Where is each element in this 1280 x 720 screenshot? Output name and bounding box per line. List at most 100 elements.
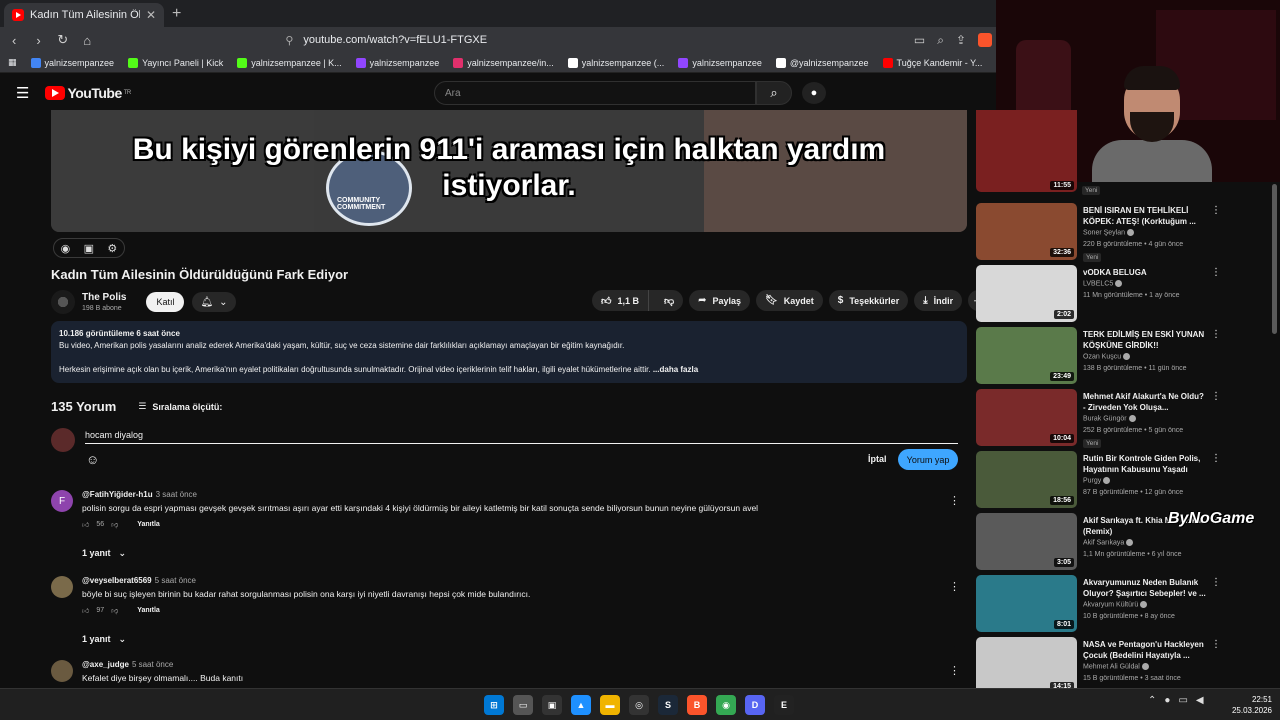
recommended-video[interactable]: 8:01 Akvaryumunuz Neden Bulanık Oluyor? Ş… [976,575,1266,633]
comment-input[interactable]: hocam diyalog [85,430,958,444]
screenshot-icon[interactable]: ▣ [84,242,94,255]
show-replies-button[interactable]: 1 yanıt ⌄ [82,548,126,559]
commenter-avatar[interactable] [51,660,73,682]
forward-icon[interactable]: › [32,33,44,48]
recommended-title[interactable]: TERK EDİLMİŞ EN ESKİ YUNAN KÖŞKÜNE GİRDİ… [1083,329,1208,351]
comment-like-icon[interactable]: 👍︎ [82,606,89,615]
bookmark-item[interactable]: Yayıncı Paneli | Kick [128,57,223,68]
close-tab-icon[interactable]: ✕ [146,8,156,22]
recommendation-menu-icon[interactable]: ⋮ [1211,577,1221,588]
recommended-channel[interactable]: Soner Şeylan [1083,229,1125,236]
comment-menu-icon[interactable]: ⋮ [949,580,960,593]
photos-icon[interactable]: ▲ [571,695,591,715]
video-thumbnail[interactable]: 2:02 [976,265,1077,322]
join-button[interactable]: Katıl [146,292,185,312]
new-tab-icon[interactable]: + [172,5,181,23]
notification-button[interactable]: 🔔︎ ⌄ [192,292,236,312]
browser-tab[interactable]: Kadın Tüm Ailesinin Öldürüldüğü ✕ [4,3,164,27]
recommended-title[interactable]: Mehmet Akif Alakurt'a Ne Oldu? - Zirvede… [1083,391,1208,413]
site-info-icon[interactable]: ⚲ [285,34,293,47]
epic-games-icon[interactable]: E [774,695,794,715]
comment-author[interactable]: @veyselberat6569 [82,576,152,585]
task-view-icon[interactable]: ▭ [513,695,533,715]
comment-author[interactable]: @FatihYiğider-h1u [82,490,153,499]
comment-dislike-icon[interactable]: 👎︎ [111,520,118,529]
bookmark-item[interactable]: yalnizsempanzee | K... [237,57,342,68]
cancel-comment-button[interactable]: İptal [868,454,887,464]
bookmark-item[interactable]: yalnizsempanzee [355,57,439,68]
recommended-channel[interactable]: Ozan Kuşcu [1083,353,1121,360]
address-bar[interactable]: ⚲ youtube.com/watch?v=fELU1-FTGXE [285,30,902,50]
mic-tray-icon[interactable]: ● [1164,695,1170,706]
show-more-link[interactable]: ...daha fazla [653,365,698,374]
clock[interactable]: 22:51 25.03.2026 [1228,694,1272,716]
recommendation-menu-icon[interactable]: ⋮ [1211,329,1221,340]
menu-icon[interactable]: ☰ [16,84,29,102]
recommended-title[interactable]: Akvaryumunuz Neden Bulanık Oluyor? Şaşır… [1083,577,1208,599]
bookmark-item[interactable]: yalnizsempanzee [678,57,762,68]
top-recommendation-thumbnail[interactable]: 11:55 [976,110,1077,192]
discord-icon[interactable]: D [745,695,765,715]
dislike-button[interactable]: 👎︎ [655,295,683,307]
sort-button[interactable]: ☰ Sıralama ölçütü: [138,401,222,412]
video-thumbnail[interactable]: 3:05 [976,513,1077,570]
recommended-channel[interactable]: Akvaryum Kültürü [1083,601,1138,608]
recommendation-menu-icon[interactable]: ⋮ [1211,205,1221,216]
volume-icon[interactable]: ◀ [1196,695,1204,706]
page-scrollbar[interactable] [1272,184,1277,334]
save-button[interactable]: 🔖︎ Kaydet [756,290,823,311]
comment-like-icon[interactable]: 👍︎ [82,520,89,529]
video-thumbnail[interactable]: 23:49 [976,327,1077,384]
search-button[interactable]: ⌕ [756,81,792,105]
recommendation-menu-icon[interactable]: ⋮ [1211,453,1221,464]
recommended-title[interactable]: Rutin Bir Kontrole Giden Polis, Hayatını… [1083,453,1208,475]
comment-dislike-icon[interactable]: 👎︎ [111,606,118,615]
recommended-video[interactable]: 2:02 vODKA BELUGA LVBELC5 11 Mn görüntüleme… [976,265,1266,323]
obs-icon[interactable]: ◎ [629,695,649,715]
recommendation-menu-icon[interactable]: ⋮ [1211,391,1221,402]
app-icon[interactable]: ▣ [542,695,562,715]
bookmark-item[interactable]: yalnizsempanzee (... [567,57,664,68]
search-input[interactable]: Ara [434,81,756,105]
chevron-up-icon[interactable]: ⌃ [1148,695,1156,706]
recommended-video[interactable]: 23:49 TERK EDİLMİŞ EN ESKİ YUNAN KÖŞKÜNE … [976,327,1266,385]
thanks-button[interactable]: $ Teşekkürler [828,290,909,311]
commenter-avatar[interactable] [51,576,73,598]
submit-comment-button[interactable]: Yorum yap [898,449,958,470]
emoji-icon[interactable]: ☺ [86,452,99,467]
like-button[interactable]: 👍︎ 1,1 B [592,290,649,311]
recommended-video[interactable]: 14:15 NASA ve Pentagon'u Hackleyen Çocuk … [976,637,1266,695]
bookmark-item[interactable]: @yalnizsempanzee [775,57,869,68]
recommended-title[interactable]: vODKA BELUGA [1083,267,1208,278]
recommended-video[interactable]: 18:56 Rutin Bir Kontrole Giden Polis, Hay… [976,451,1266,509]
video-thumbnail[interactable]: 32:36 [976,203,1077,260]
share-icon[interactable]: ⇪ [956,33,966,48]
recommended-channel[interactable]: LVBELC5 [1083,280,1113,287]
voice-search-button[interactable]: ● [802,82,826,104]
video-thumbnail[interactable]: 14:15 [976,637,1077,694]
description-box[interactable]: 10.186 görüntüleme 6 saat önce Bu video,… [51,321,967,383]
reply-button[interactable]: Yanıtla [137,607,160,614]
share-button[interactable]: ➦ Paylaş [689,290,751,311]
recommended-channel[interactable]: Purgy [1083,477,1101,484]
bookmark-item[interactable]: yalnizsempanzee/in... [453,57,554,68]
commenter-avatar[interactable]: F [51,490,73,512]
brave-shield-icon[interactable] [978,32,992,47]
recommended-video[interactable]: 32:36 BENİ ISIRAN EN TEHLİKELİ KÖPEK: ATE… [976,203,1266,262]
cast-icon[interactable]: ▭ [914,33,925,48]
back-icon[interactable]: ‹ [8,33,20,48]
bookmark-item[interactable]: yalnizsempanzee [30,57,114,68]
brave-icon[interactable]: B [687,695,707,715]
recommended-channel[interactable]: Mehmet Ali Güldal [1083,663,1140,670]
reply-button[interactable]: Yanıtla [137,521,160,528]
show-replies-button[interactable]: 1 yanıt ⌄ [82,634,126,645]
video-thumbnail[interactable]: 8:01 [976,575,1077,632]
recommended-channel[interactable]: Akif Sarıkaya [1083,539,1124,546]
folder-icon[interactable]: ▬ [600,695,620,715]
video-thumbnail[interactable]: 10:04 [976,389,1077,446]
video-thumbnail[interactable]: 18:56 [976,451,1077,508]
channel-avatar[interactable] [51,290,75,314]
download-button[interactable]: ⤓ İndir [914,290,963,311]
recommended-channel[interactable]: Burak Güngör [1083,415,1127,422]
network-icon[interactable]: ▭ [1178,695,1187,706]
